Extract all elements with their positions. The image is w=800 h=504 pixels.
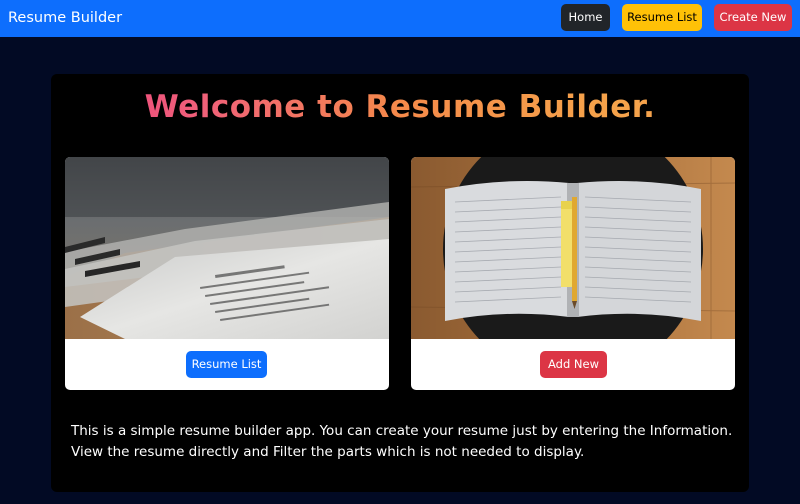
resume-list-nav-button[interactable]: Resume List	[622, 4, 702, 31]
top-navbar: Resume Builder Home Resume List Create N…	[0, 0, 800, 37]
resume-list-button[interactable]: Resume List	[186, 351, 267, 378]
create-new-button[interactable]: Create New	[714, 4, 792, 31]
home-button[interactable]: Home	[561, 4, 610, 31]
add-new-button[interactable]: Add New	[540, 351, 607, 378]
welcome-headline: Welcome to Resume Builder.	[0, 87, 800, 127]
brand-link[interactable]: Resume Builder	[8, 9, 122, 27]
resume-papers-image	[65, 157, 389, 339]
add-new-card: Add New	[411, 157, 735, 390]
resume-list-card: Resume List	[65, 157, 389, 390]
app-description: This is a simple resume builder app. You…	[71, 423, 733, 460]
open-notebook-image	[411, 157, 735, 339]
